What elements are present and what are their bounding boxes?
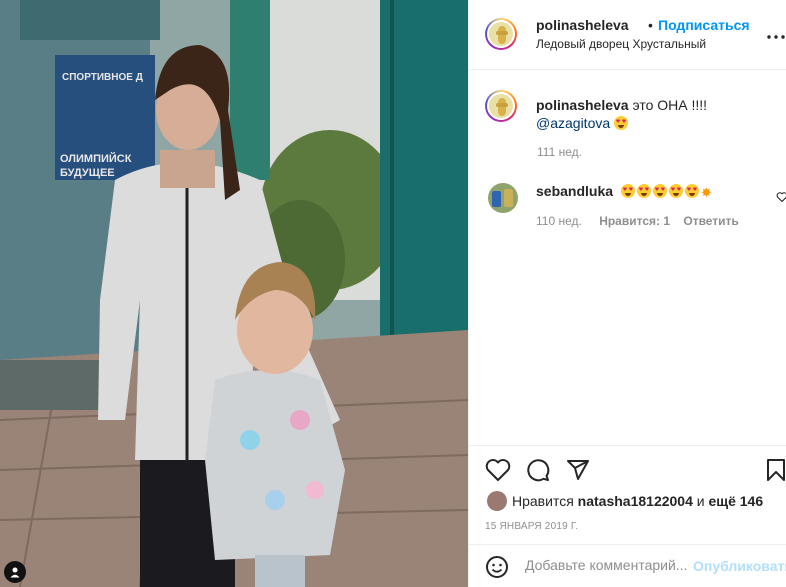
reply-button[interactable]: Ответить [683, 214, 738, 228]
liker-avatar[interactable] [487, 491, 507, 511]
star-struck-emoji-icon [614, 116, 629, 130]
header-separator: • [648, 17, 653, 33]
publish-button[interactable]: Опубликовать [693, 558, 786, 574]
add-comment-bar: Опубликовать [469, 544, 786, 587]
likes-summary: Нравится natasha18122004 и ещё 146 [487, 491, 763, 511]
instagram-post: СПОРТИВНОЕ Д ОЛИМПИЙСК БУДУЩЕЕ polinashe… [0, 0, 786, 587]
sign-text-2: ОЛИМПИЙСК [60, 152, 132, 165]
photo-scene: СПОРТИВНОЕ Д ОЛИМПИЙСК БУДУЩЕЕ [0, 0, 468, 587]
post-header: polinasheleva • Подписаться Ледовый двор… [469, 0, 786, 70]
likes-prefix: Нравится [512, 493, 574, 509]
commenter-username[interactable]: sebandluka [536, 183, 613, 199]
tagged-user-icon[interactable] [4, 561, 26, 583]
post-location[interactable]: Ледовый дворец Хрустальный [536, 37, 706, 51]
more-horizontal-icon[interactable] [765, 24, 786, 45]
caption-text-block: polinasheleva это ОНА !!!! @azagitova [536, 96, 776, 132]
caption-mention[interactable]: @azagitova [536, 115, 610, 131]
caption-text: это ОНА !!!! [632, 97, 708, 113]
add-comment-input[interactable] [525, 557, 705, 573]
post-date[interactable]: 15 ЯНВАРЯ 2019 Г. [485, 521, 578, 532]
comment-bubble-icon[interactable] [526, 458, 550, 487]
caption-timestamp[interactable]: 111 нед. [537, 145, 582, 159]
comment-likes[interactable]: Нравится: 1 [599, 214, 670, 228]
star-struck-emoji-icon [636, 184, 651, 198]
post-photo[interactable]: СПОРТИВНОЕ Д ОЛИМПИЙСК БУДУЩЕЕ [0, 0, 468, 587]
star-struck-emoji-icon [652, 184, 667, 198]
like-heart-icon[interactable] [485, 458, 511, 487]
liker-username[interactable]: natasha18122004 [578, 493, 693, 509]
author-username[interactable]: polinasheleva [536, 17, 629, 33]
emoji-smile-icon[interactable] [485, 555, 509, 584]
post-sidebar: polinasheleva • Подписаться Ледовый двор… [468, 0, 786, 587]
comment-meta: 110 нед. Нравится: 1 Ответить [536, 214, 739, 228]
sign-text-1: СПОРТИВНОЕ Д [62, 72, 143, 83]
follow-button[interactable]: Подписаться [658, 17, 750, 33]
sign-text-3: БУДУЩЕЕ [60, 167, 115, 179]
author-avatar[interactable] [485, 18, 517, 50]
star-struck-emoji-icon [684, 184, 699, 198]
likes-conjunction: и [696, 493, 705, 509]
likes-others-count[interactable]: ещё 146 [708, 493, 763, 509]
commenter-avatar[interactable] [488, 183, 518, 213]
star-struck-emoji-icon [620, 184, 635, 198]
comment-timestamp[interactable]: 110 нед. [536, 214, 582, 228]
caption-author[interactable]: polinasheleva [536, 97, 629, 113]
caption-author-avatar[interactable] [485, 90, 517, 122]
save-bookmark-icon[interactable] [765, 458, 786, 487]
sparkle-emoji-icon: ✸ [700, 185, 712, 200]
share-send-icon[interactable] [566, 458, 590, 487]
comment-like-heart-icon[interactable] [776, 190, 786, 208]
star-struck-emoji-icon [668, 184, 683, 198]
comment-body: sebandluka ✸ [536, 183, 712, 201]
comment-item: sebandluka ✸ 110 нед. Нравится: 1 Ответи… [483, 178, 786, 238]
comment-emojis: ✸ [620, 183, 712, 200]
post-actions: Нравится natasha18122004 и ещё 146 15 ЯН… [469, 445, 786, 587]
